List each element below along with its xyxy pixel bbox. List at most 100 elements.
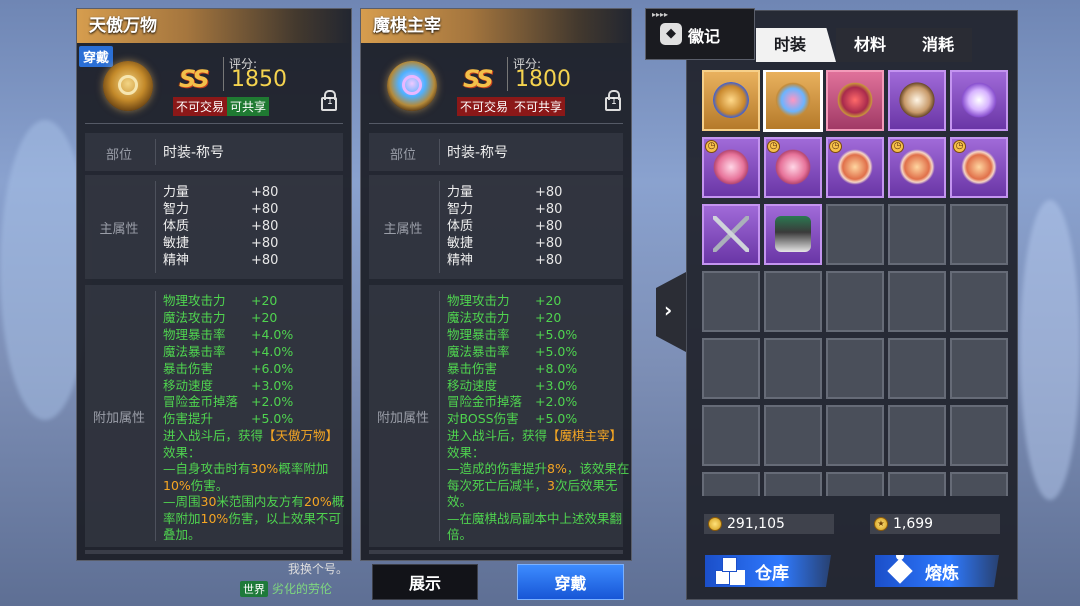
slot-label: 部位 (389, 148, 416, 163)
show-button[interactable]: 展示 (372, 564, 478, 600)
inventory-slot-empty[interactable] (764, 271, 822, 332)
chevron-right-icon: › (664, 298, 673, 322)
inventory-slot-empty[interactable] (888, 338, 946, 399)
lock-icon[interactable] (321, 90, 337, 111)
storage-button[interactable]: 仓库 (705, 555, 831, 587)
inventory-slot-empty[interactable] (950, 204, 1008, 265)
main-attr-block: 主属性 力量 +80 智力 +80 体质 +80 敏捷 +80 精神 +80 (369, 175, 623, 279)
inventory-slot-empty[interactable] (702, 338, 760, 399)
inventory-slot-empty[interactable] (950, 271, 1008, 332)
stat-row: 暴击伤害 +8.0% (447, 361, 631, 378)
wear-button[interactable]: 穿戴 (517, 564, 624, 600)
no-trade-badge: 不可交易 (173, 97, 228, 116)
inventory-slot[interactable] (826, 70, 884, 131)
stat-name: 移动速度 (163, 377, 214, 393)
inventory-slot-empty[interactable] (702, 472, 760, 496)
stat-value: +5.0% (535, 343, 578, 359)
collapse-panel-button[interactable]: › (656, 272, 686, 352)
tab-fashion[interactable]: 时装 (756, 28, 837, 62)
inventory-slot-empty[interactable] (888, 271, 946, 332)
inventory-slot-empty[interactable] (950, 405, 1008, 466)
inventory-slot[interactable]: ◷ (764, 137, 822, 198)
inventory-slot-empty[interactable] (826, 271, 884, 332)
tab-consumables[interactable]: 消耗 (904, 28, 973, 62)
stat-row: 伤害提升 +5.0% (163, 411, 347, 428)
compare-item-panel: 魔棋主宰 SS 评分: 1800 不可交易 不可共享 部位 时装-称号 主属性 … (360, 8, 632, 561)
stat-value: +80 (251, 236, 279, 251)
gold-amount: 291,105 (727, 516, 785, 532)
gcoin-item-icon (837, 149, 873, 185)
inventory-slot[interactable] (702, 204, 760, 265)
stat-name: 体质 (163, 219, 190, 234)
stat-name: 暴击伤害 (163, 360, 214, 376)
chat-message[interactable]: 世界 劣化的劳伦 (240, 580, 332, 597)
stat-name: 魔法暴击率 (447, 343, 510, 359)
stat-name: 伤害提升 (163, 411, 214, 427)
stat-name: 冒险金币掉落 (447, 394, 523, 410)
inventory-slot[interactable]: ◷ (888, 137, 946, 198)
inventory-slot-empty[interactable] (702, 271, 760, 332)
inventory-slot-empty[interactable] (888, 405, 946, 466)
divider (439, 181, 440, 273)
chat-channel-tag: 世界 (240, 580, 268, 597)
effect-text: —在魔棋战局副本中上述效果翻倍。 (447, 510, 623, 543)
stat-value: +80 (251, 185, 279, 200)
inventory-slot-empty[interactable] (764, 472, 822, 496)
inventory-slot-empty[interactable] (826, 338, 884, 399)
stat-row: 移动速度 +3.0% (447, 378, 631, 395)
stat-row: 物理暴击率 +4.0% (163, 327, 347, 344)
lock-icon[interactable] (605, 90, 621, 111)
inventory-slot-empty[interactable] (826, 204, 884, 265)
inventory-slot-empty[interactable] (950, 338, 1008, 399)
stat-row: 体质 +80 (163, 218, 278, 235)
shareable-badge: 可共享 (227, 97, 270, 116)
effect-text: 米范围内友方有 (216, 494, 304, 510)
stat-value: +2.0% (535, 394, 578, 410)
divider (223, 57, 224, 91)
stat-value: +6.0% (251, 360, 294, 376)
inventory-slot[interactable]: ◷ (702, 137, 760, 198)
no-trade-badge: 不可交易 (457, 97, 512, 116)
effect-text: 概率附加 (278, 461, 329, 477)
stat-value: +80 (535, 253, 563, 268)
inventory-slot[interactable] (702, 70, 760, 131)
smelt-button[interactable]: 熔炼 (875, 555, 999, 587)
divider (155, 139, 156, 165)
slot-value: 时装-称号 (163, 145, 225, 161)
stat-row: 魔法暴击率 +5.0% (447, 344, 631, 361)
stat-row: 力量 +80 (447, 184, 562, 201)
chat-message: 我换个号。 (288, 562, 349, 576)
extra-attr-block: 附加属性 物理攻击力 +20 魔法攻击力 +20 物理暴击率 +4.0% 魔法暴击率 +… (85, 285, 344, 547)
stat-value: +3.0% (535, 377, 578, 393)
gcoin-item-icon (899, 149, 935, 185)
tab-emblem[interactable]: ▸▸▸▸ ◆ 徽记 (645, 8, 755, 60)
inventory-slot-empty[interactable] (702, 405, 760, 466)
inventory-slot[interactable] (764, 204, 822, 265)
inventory-slot-empty[interactable] (764, 338, 822, 399)
main-attr-list: 力量 +80 智力 +80 体质 +80 敏捷 +80 精神 +80 (163, 184, 278, 269)
inventory-slot[interactable]: ◷ (826, 137, 884, 198)
background-glow (1020, 200, 1080, 500)
extra-attr-list: 物理攻击力 +20 魔法攻击力 +20 物理暴击率 +4.0% 魔法暴击率 +4.0% … (163, 293, 347, 544)
effect-text: 伤害。 (190, 477, 229, 493)
divider (155, 291, 156, 541)
inventory-slot[interactable] (888, 70, 946, 131)
inventory-slot-empty[interactable] (888, 204, 946, 265)
inventory-slot-empty[interactable] (826, 472, 884, 496)
inventory-slot-empty[interactable] (888, 472, 946, 496)
stat-name: 智力 (447, 202, 474, 217)
inventory-slot[interactable] (950, 70, 1008, 131)
crown2-item-icon (775, 82, 811, 118)
stat-name: 体质 (447, 219, 474, 234)
stat-value: +8.0% (535, 360, 578, 376)
inventory-slot-empty[interactable] (950, 472, 1008, 496)
tab-materials[interactable]: 材料 (836, 28, 905, 62)
effect-text: —自身攻击时有 (163, 461, 251, 477)
inventory-slot[interactable] (764, 70, 822, 131)
stat-value: +20 (251, 293, 278, 308)
inventory-grid: ◷ ◷ ◷ ◷ ◷ (702, 70, 1010, 496)
main-attr-list: 力量 +80 智力 +80 体质 +80 敏捷 +80 精神 +80 (447, 184, 562, 269)
inventory-slot-empty[interactable] (764, 405, 822, 466)
inventory-slot[interactable]: ◷ (950, 137, 1008, 198)
inventory-slot-empty[interactable] (826, 405, 884, 466)
